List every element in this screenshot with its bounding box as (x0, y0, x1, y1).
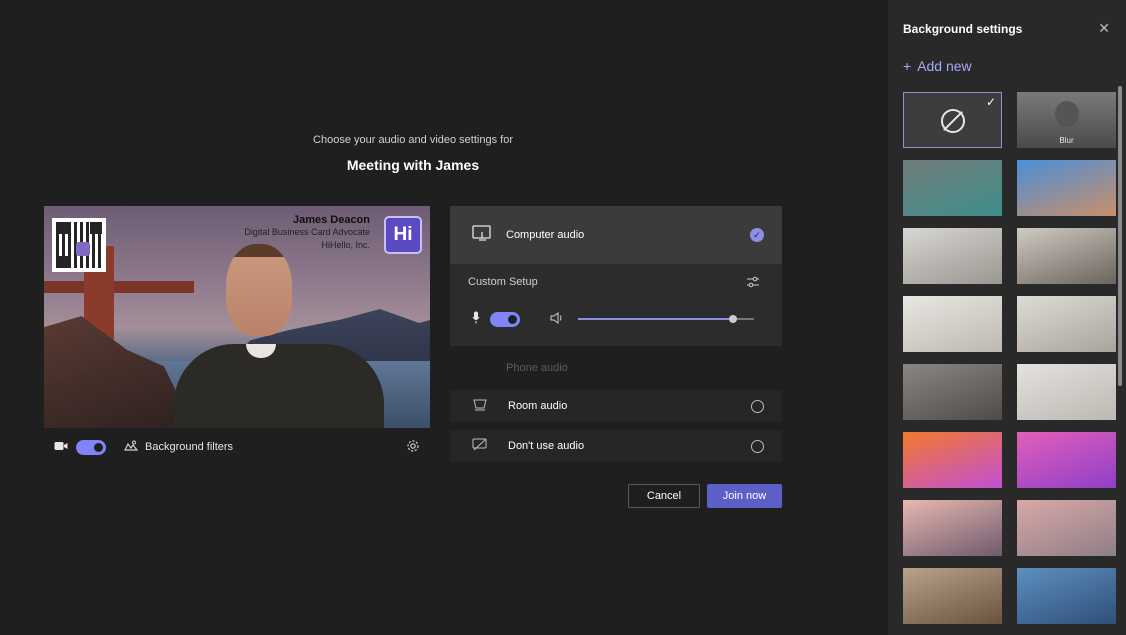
selected-check-icon: ✓ (750, 228, 764, 242)
blur-silhouette-icon (1055, 101, 1079, 127)
background-filters-button[interactable]: Background filters (145, 441, 406, 453)
selected-checkmark-icon: ✓ (985, 95, 996, 109)
camera-toggle[interactable] (76, 439, 106, 455)
room-audio-option[interactable]: Room audio (450, 390, 782, 422)
card-role: Digital Business Card Advocate (244, 227, 370, 237)
business-card-overlay: James Deacon Digital Business Card Advoc… (244, 214, 370, 252)
join-now-button[interactable]: Join now (707, 484, 782, 508)
background-tile-studio-blue[interactable] (1017, 568, 1116, 624)
microphone-icon (472, 311, 480, 327)
background-tile-room-plain[interactable] (1017, 364, 1116, 420)
background-filters-icon (124, 440, 139, 455)
background-settings-panel: Background settings ✕ + Add new ✓ Blur (888, 0, 1126, 635)
background-tile-office-teal[interactable] (903, 160, 1002, 216)
computer-audio-label: Computer audio (506, 229, 585, 241)
background-tile-beach-blue[interactable] (1017, 160, 1116, 216)
no-audio-label: Don't use audio (508, 440, 585, 452)
custom-setup-section: Custom Setup (450, 264, 782, 346)
speaker-volume-slider[interactable] (578, 315, 754, 323)
blur-label: Blur (1059, 136, 1074, 145)
add-new-label: Add new (917, 58, 972, 74)
card-name: James Deacon (292, 214, 370, 226)
background-tile-room-white[interactable] (903, 228, 1002, 284)
cancel-button[interactable]: Cancel (628, 484, 700, 508)
room-audio-label: Room audio (508, 400, 568, 412)
background-tile-hall-white[interactable] (903, 296, 1002, 352)
room-audio-radio[interactable] (751, 399, 764, 413)
video-controls: Background filters (44, 430, 430, 464)
no-audio-icon (472, 438, 488, 455)
computer-audio-option[interactable]: Computer audio ✓ (450, 206, 782, 264)
prejoin-subtitle: Choose your audio and video settings for (313, 134, 513, 146)
no-audio-option[interactable]: Don't use audio (450, 430, 782, 462)
audio-options: Computer audio ✓ Custom Setup Phone audi… (450, 206, 782, 470)
panel-scrollbar[interactable] (1118, 86, 1122, 386)
hihello-logo: Hi (384, 216, 422, 254)
qr-code (52, 218, 106, 272)
no-audio-radio[interactable] (751, 439, 764, 453)
background-tile-bedroom-white[interactable] (1017, 296, 1116, 352)
background-tile-spheres-pink[interactable] (1017, 432, 1116, 488)
custom-setup-label: Custom Setup (468, 276, 538, 288)
device-settings-gear-icon[interactable] (406, 439, 420, 456)
prejoin-main: Choose your audio and video settings for… (0, 0, 888, 635)
audio-settings-sliders-icon[interactable] (746, 276, 760, 291)
card-company: HiHello, Inc. (321, 240, 370, 250)
plus-icon: + (903, 58, 912, 74)
background-tile-balloons[interactable] (903, 432, 1002, 488)
background-tile-classroom[interactable] (903, 568, 1002, 624)
volume-slider-knob[interactable] (728, 315, 737, 323)
no-background-icon (941, 109, 965, 133)
meeting-title: Meeting with James (346, 157, 480, 173)
background-tile-office-windows[interactable] (903, 364, 1002, 420)
room-audio-icon (472, 399, 488, 414)
background-tile-blur[interactable]: Blur (1017, 92, 1116, 148)
add-new-background-button[interactable]: + Add new (903, 58, 978, 74)
phone-audio-option: Phone audio (506, 362, 568, 374)
video-bridge-deck (44, 281, 194, 293)
computer-audio-icon (472, 224, 492, 246)
background-tile-bridge-sunset[interactable] (903, 500, 1002, 556)
background-tile-room-mirror[interactable] (1017, 228, 1116, 284)
camera-icon (54, 440, 68, 454)
background-tile-rocks-pastel[interactable] (1017, 500, 1116, 556)
panel-title: Background settings (903, 22, 1023, 36)
video-preview: James Deacon Digital Business Card Advoc… (44, 206, 430, 428)
close-icon[interactable]: ✕ (1098, 20, 1110, 37)
microphone-toggle[interactable] (490, 311, 520, 327)
participant-video (174, 244, 384, 428)
background-tile-none[interactable]: ✓ (903, 92, 1002, 148)
speaker-icon (550, 311, 564, 327)
